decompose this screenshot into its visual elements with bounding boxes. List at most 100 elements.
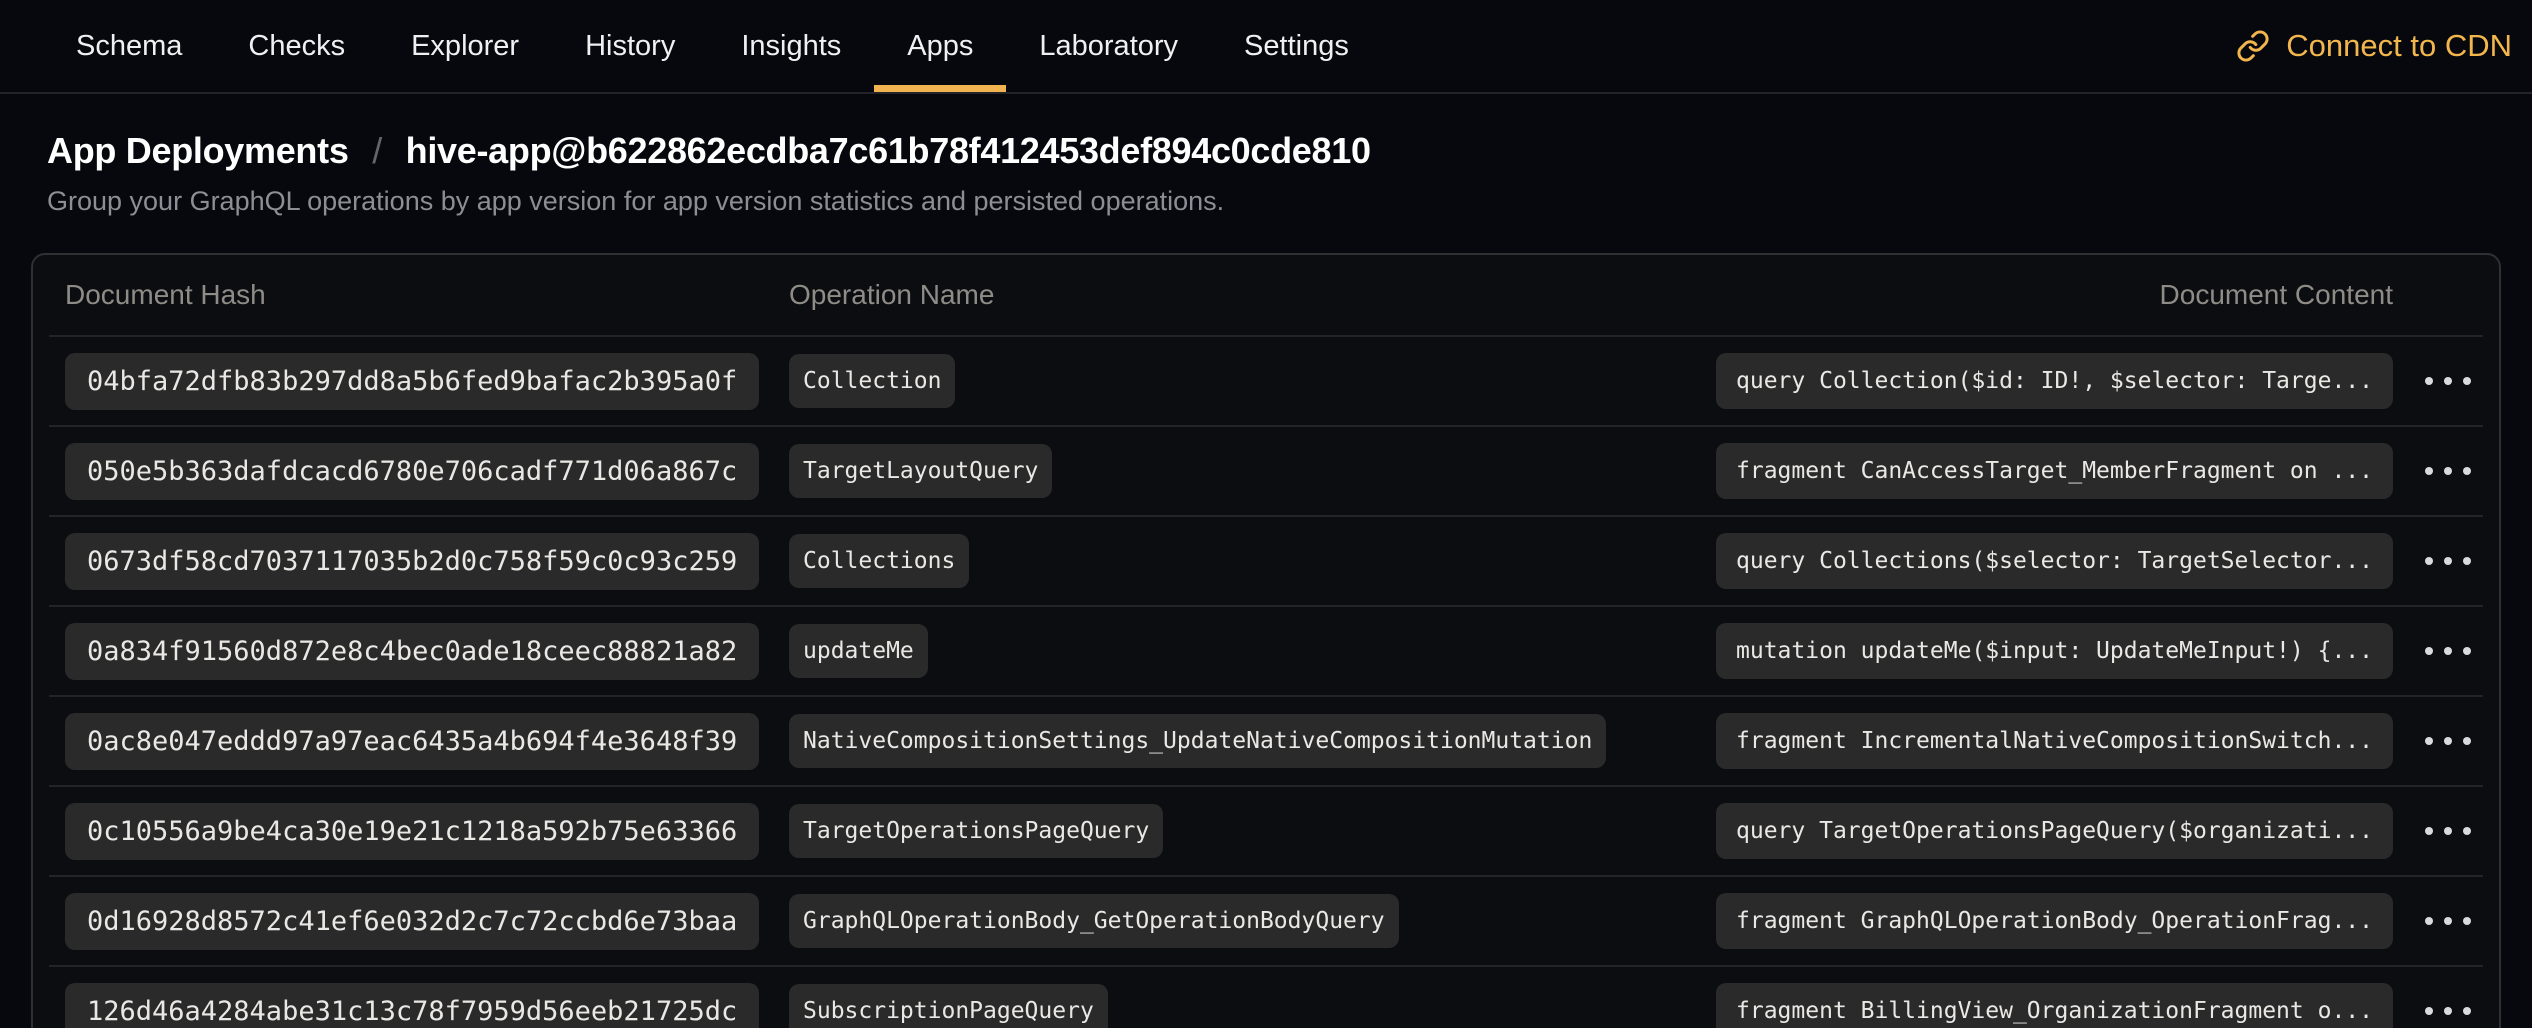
column-header-operation-name: Operation Name xyxy=(789,279,1713,311)
document-hash-cell: 0a834f91560d872e8c4bec0ade18ceec88821a82 xyxy=(49,623,789,680)
ellipsis-icon xyxy=(2444,467,2452,475)
nav-item-label: Checks xyxy=(248,30,345,63)
nav-item[interactable]: History xyxy=(552,0,708,92)
document-content-cell: query Collections($selector: TargetSelec… xyxy=(1713,533,2413,589)
document-hash-badge: 0673df58cd7037117035b2d0c758f59c0c93c259 xyxy=(65,533,759,590)
operation-name-badge: TargetOperationsPageQuery xyxy=(789,804,1163,858)
nav-item-label: Explorer xyxy=(411,30,519,63)
row-actions-cell xyxy=(2413,543,2483,579)
document-hash-badge: 0c10556a9be4ca30e19e21c1218a592b75e63366 xyxy=(65,803,759,860)
row-more-menu-button[interactable] xyxy=(2417,723,2479,759)
row-more-menu-button[interactable] xyxy=(2417,363,2479,399)
table-row: 126d46a4284abe31c13c78f7959d56eeb21725dc… xyxy=(49,965,2483,1028)
document-hash-cell: 126d46a4284abe31c13c78f7959d56eeb21725dc xyxy=(49,983,789,1028)
operation-name-cell: TargetLayoutQuery xyxy=(789,444,1713,498)
nav-item-label: Apps xyxy=(907,30,973,63)
ellipsis-icon xyxy=(2463,377,2471,385)
document-content-badge: mutation updateMe($input: UpdateMeInput!… xyxy=(1716,623,2393,679)
operation-name-cell: updateMe xyxy=(789,624,1713,678)
nav-item[interactable]: Apps xyxy=(874,0,1006,92)
table-row: 0d16928d8572c41ef6e032d2c7c72ccbd6e73baa… xyxy=(49,875,2483,965)
breadcrumb-current-app: hive-app@b622862ecdba7c61b78f412453def89… xyxy=(406,130,1371,171)
table-body: 04bfa72dfb83b297dd8a5b6fed9bafac2b395a0f… xyxy=(49,335,2483,1028)
ellipsis-icon xyxy=(2444,377,2452,385)
nav-item[interactable]: Explorer xyxy=(378,0,552,92)
app-deployments-table: Document Hash Operation Name Document Co… xyxy=(31,253,2501,1028)
nav-item-label: Settings xyxy=(1244,30,1349,63)
document-content-cell: query Collection($id: ID!, $selector: Ta… xyxy=(1713,353,2413,409)
ellipsis-icon xyxy=(2463,1007,2471,1015)
table-row: 050e5b363dafdcacd6780e706cadf771d06a867c… xyxy=(49,425,2483,515)
main-content: App Deployments / hive-app@b622862ecdba7… xyxy=(0,130,2532,1028)
row-more-menu-button[interactable] xyxy=(2417,633,2479,669)
nav-item[interactable]: Insights xyxy=(708,0,874,92)
nav-item-label: History xyxy=(585,30,675,63)
document-hash-badge: 0ac8e047eddd97a97eac6435a4b694f4e3648f39 xyxy=(65,713,759,770)
operation-name-cell: GraphQLOperationBody_GetOperationBodyQue… xyxy=(789,894,1713,948)
row-actions-cell xyxy=(2413,903,2483,939)
operation-name-badge: Collection xyxy=(789,354,955,408)
operation-name-cell: NativeCompositionSettings_UpdateNativeCo… xyxy=(789,714,1713,768)
operation-name-badge: updateMe xyxy=(789,624,928,678)
top-nav: Schema Checks Explorer History Insights … xyxy=(0,0,2532,94)
row-more-menu-button[interactable] xyxy=(2417,453,2479,489)
document-hash-cell: 0d16928d8572c41ef6e032d2c7c72ccbd6e73baa xyxy=(49,893,789,950)
document-hash-cell: 04bfa72dfb83b297dd8a5b6fed9bafac2b395a0f xyxy=(49,353,789,410)
row-more-menu-button[interactable] xyxy=(2417,813,2479,849)
ellipsis-icon xyxy=(2463,917,2471,925)
document-content-badge: query TargetOperationsPageQuery($organiz… xyxy=(1716,803,2393,859)
row-more-menu-button[interactable] xyxy=(2417,903,2479,939)
document-content-badge: fragment BillingView_OrganizationFragmen… xyxy=(1716,983,2393,1028)
breadcrumb-separator: / xyxy=(358,130,396,171)
ellipsis-icon xyxy=(2425,557,2433,565)
document-content-cell: fragment BillingView_OrganizationFragmen… xyxy=(1713,983,2413,1028)
document-hash-badge: 04bfa72dfb83b297dd8a5b6fed9bafac2b395a0f xyxy=(65,353,759,410)
ellipsis-icon xyxy=(2425,1007,2433,1015)
row-actions-cell xyxy=(2413,993,2483,1028)
row-more-menu-button[interactable] xyxy=(2417,543,2479,579)
page-subtitle: Group your GraphQL operations by app ver… xyxy=(47,186,2485,217)
ellipsis-icon xyxy=(2463,737,2471,745)
document-content-cell: fragment CanAccessTarget_MemberFragment … xyxy=(1713,443,2413,499)
document-content-cell: query TargetOperationsPageQuery($organiz… xyxy=(1713,803,2413,859)
document-hash-badge: 050e5b363dafdcacd6780e706cadf771d06a867c xyxy=(65,443,759,500)
document-content-badge: query Collections($selector: TargetSelec… xyxy=(1716,533,2393,589)
document-content-badge: fragment GraphQLOperationBody_OperationF… xyxy=(1716,893,2393,949)
nav-item[interactable]: Schema xyxy=(43,0,215,92)
ellipsis-icon xyxy=(2425,467,2433,475)
nav-item-label: Schema xyxy=(76,30,182,63)
nav-items: Schema Checks Explorer History Insights … xyxy=(43,0,1382,92)
operation-name-badge: Collections xyxy=(789,534,969,588)
table-header-row: Document Hash Operation Name Document Co… xyxy=(49,255,2483,335)
document-content-cell: fragment GraphQLOperationBody_OperationF… xyxy=(1713,893,2413,949)
ellipsis-icon xyxy=(2463,467,2471,475)
ellipsis-icon xyxy=(2425,827,2433,835)
table-row: 0c10556a9be4ca30e19e21c1218a592b75e63366… xyxy=(49,785,2483,875)
document-hash-cell: 050e5b363dafdcacd6780e706cadf771d06a867c xyxy=(49,443,789,500)
document-content-badge: fragment CanAccessTarget_MemberFragment … xyxy=(1716,443,2393,499)
document-hash-badge: 0a834f91560d872e8c4bec0ade18ceec88821a82 xyxy=(65,623,759,680)
table-row: 0ac8e047eddd97a97eac6435a4b694f4e3648f39… xyxy=(49,695,2483,785)
operation-name-badge: TargetLayoutQuery xyxy=(789,444,1052,498)
row-actions-cell xyxy=(2413,453,2483,489)
operation-name-badge: SubscriptionPageQuery xyxy=(789,984,1108,1028)
row-more-menu-button[interactable] xyxy=(2417,993,2479,1028)
operation-name-badge: NativeCompositionSettings_UpdateNativeCo… xyxy=(789,714,1606,768)
column-header-document-content: Document Content xyxy=(1713,279,2413,311)
nav-item[interactable]: Settings xyxy=(1211,0,1382,92)
connect-cdn-button[interactable]: Connect to CDN xyxy=(2236,0,2512,92)
document-content-cell: mutation updateMe($input: UpdateMeInput!… xyxy=(1713,623,2413,679)
document-content-badge: query Collection($id: ID!, $selector: Ta… xyxy=(1716,353,2393,409)
operation-name-cell: Collection xyxy=(789,354,1713,408)
nav-item[interactable]: Checks xyxy=(215,0,378,92)
row-actions-cell xyxy=(2413,813,2483,849)
document-hash-cell: 0c10556a9be4ca30e19e21c1218a592b75e63366 xyxy=(49,803,789,860)
column-header-document-hash: Document Hash xyxy=(49,279,789,311)
document-hash-badge: 0d16928d8572c41ef6e032d2c7c72ccbd6e73baa xyxy=(65,893,759,950)
connect-cdn-label: Connect to CDN xyxy=(2286,28,2512,64)
nav-item-label: Laboratory xyxy=(1039,30,1178,63)
ellipsis-icon xyxy=(2463,557,2471,565)
breadcrumb-section[interactable]: App Deployments xyxy=(47,130,349,171)
nav-item-label: Insights xyxy=(741,30,841,63)
nav-item[interactable]: Laboratory xyxy=(1006,0,1211,92)
